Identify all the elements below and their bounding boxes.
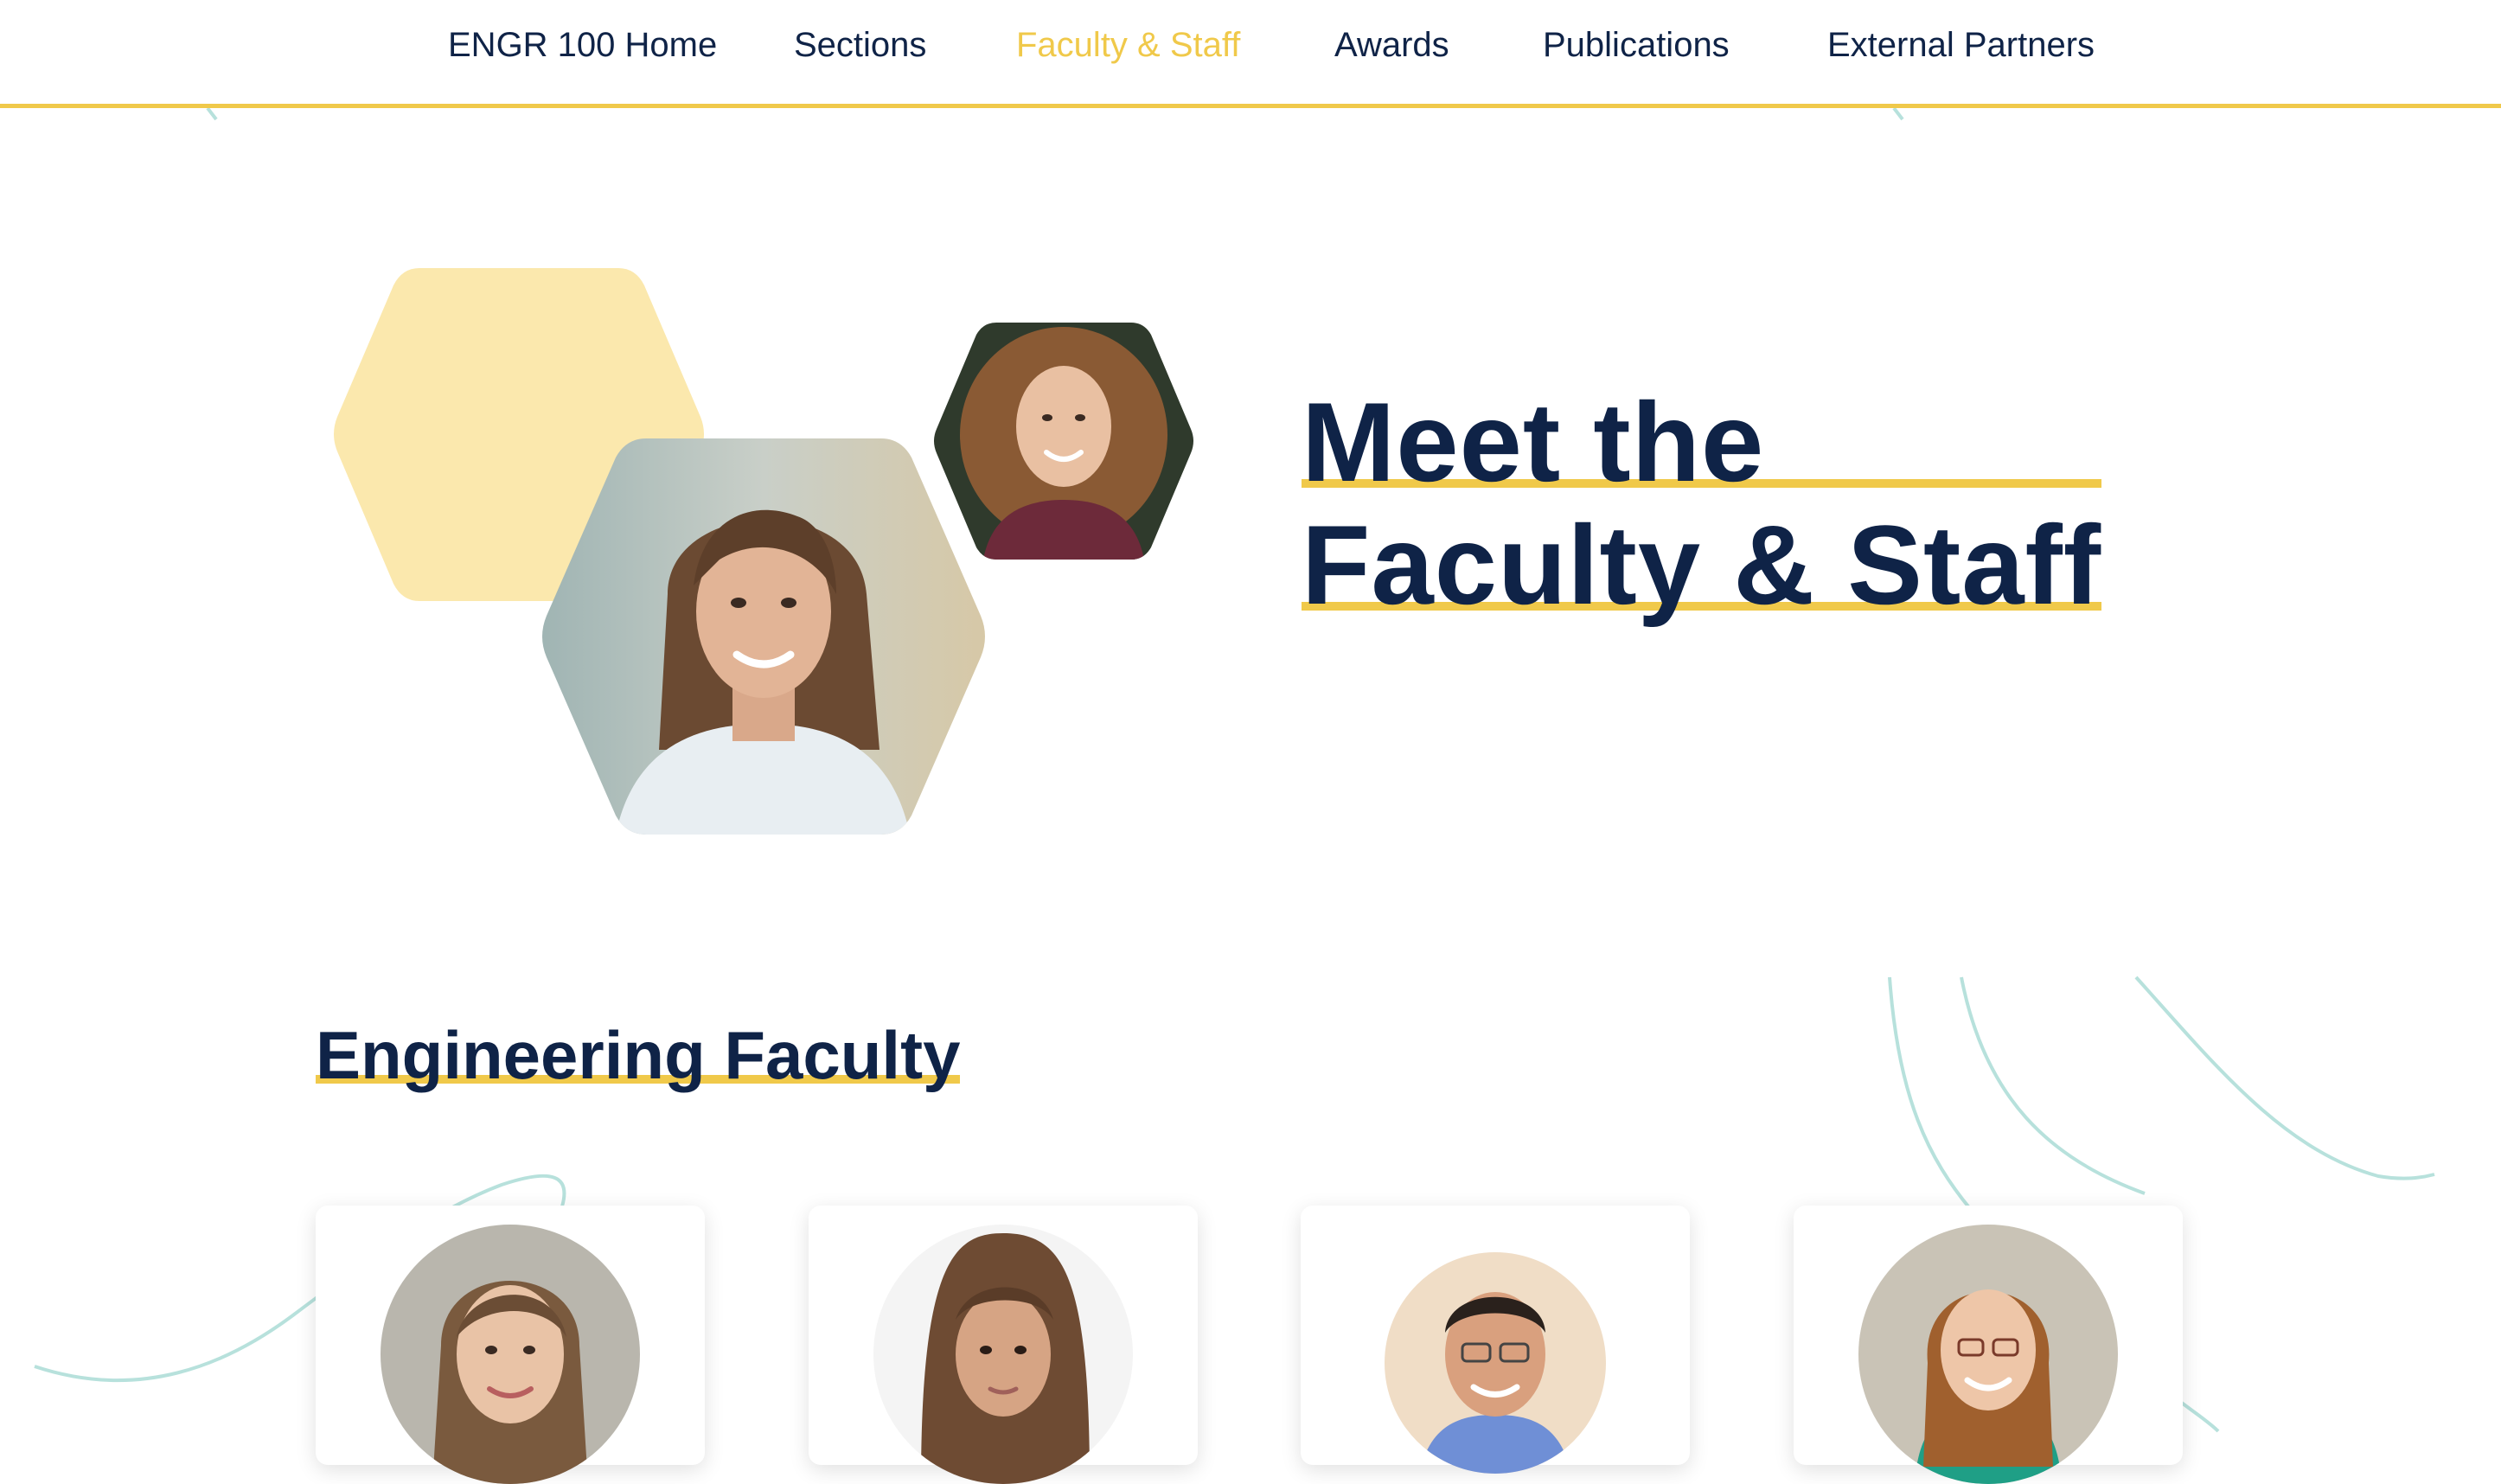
section-title-text: Engineering Faculty — [316, 1017, 961, 1093]
faculty-card[interactable] — [809, 1206, 1198, 1484]
faculty-card[interactable] — [316, 1206, 705, 1484]
staff-portrait-photo — [934, 323, 1193, 560]
section-title: Engineering Faculty — [316, 1012, 961, 1098]
nav-link-sections[interactable]: Sections — [794, 21, 926, 69]
page-title-line-2: Faculty & Staff — [1302, 502, 2102, 628]
faculty-avatar-photo — [381, 1225, 640, 1484]
top-navigation: ENGR 100 Home Sections Faculty & Staff A… — [0, 0, 2501, 108]
page-title-line-1: Meet the — [1302, 381, 2102, 503]
nav-link-external-partners[interactable]: External Partners — [1827, 21, 2095, 69]
faculty-avatar-photo — [1858, 1225, 2118, 1484]
faculty-avatar-photo — [1385, 1252, 1606, 1474]
faculty-card[interactable] — [1301, 1206, 1690, 1474]
nav-link-publications[interactable]: Publications — [1543, 21, 1730, 69]
faculty-avatar-photo — [873, 1225, 1133, 1484]
faculty-card[interactable] — [1794, 1206, 2183, 1484]
nav-link-awards[interactable]: Awards — [1334, 21, 1449, 69]
nav-link-engr-100-home[interactable]: ENGR 100 Home — [448, 21, 717, 69]
page-title: Meet the Faculty & Staff — [1302, 381, 2102, 628]
faculty-portrait-photo — [542, 438, 985, 835]
nav-link-faculty-staff[interactable]: Faculty & Staff — [1016, 21, 1240, 69]
